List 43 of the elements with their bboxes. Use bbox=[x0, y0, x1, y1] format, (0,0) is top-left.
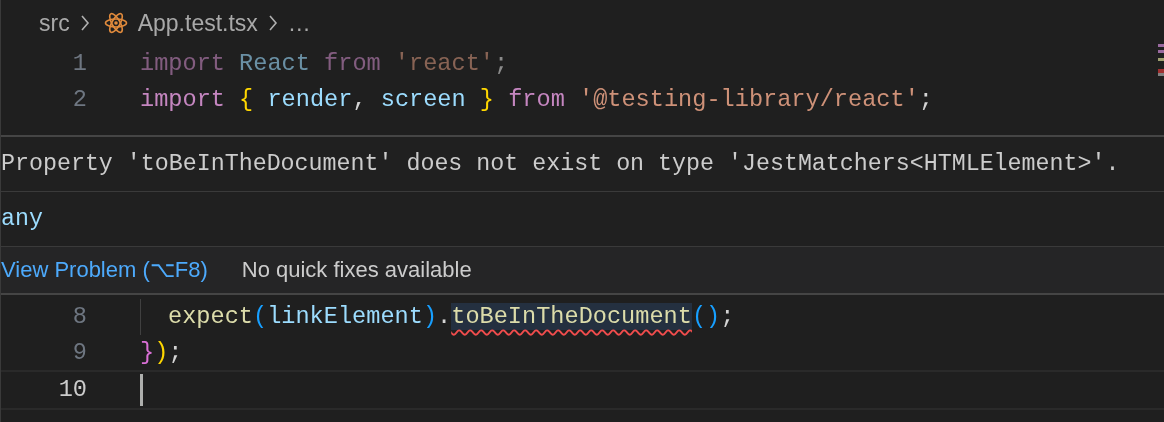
text-cursor bbox=[140, 373, 143, 406]
punctuation: ; bbox=[720, 303, 735, 331]
punctuation: ( bbox=[691, 303, 707, 331]
identifier: render bbox=[266, 85, 353, 113]
identifier: screen bbox=[379, 85, 466, 113]
breadcrumb-item[interactable]: src bbox=[39, 9, 70, 37]
status-text: No quick fixes available bbox=[241, 257, 472, 283]
keyword: from bbox=[507, 85, 565, 113]
chevron-icon bbox=[79, 15, 90, 31]
identifier: React bbox=[238, 50, 310, 78]
line-number: 8 bbox=[71, 303, 87, 331]
view-problem-link[interactable]: View Problem (⌥F8) bbox=[1, 257, 208, 283]
punctuation: ) bbox=[154, 338, 169, 366]
line-number: 9 bbox=[71, 338, 87, 366]
line-number: 1 bbox=[71, 50, 87, 78]
punctuation: } bbox=[478, 85, 495, 113]
punctuation: , bbox=[352, 85, 367, 113]
punctuation: ; bbox=[494, 50, 509, 78]
punctuation: } bbox=[140, 338, 155, 366]
keyword: import bbox=[140, 85, 225, 113]
string-literal: 'react' bbox=[393, 50, 494, 78]
chevron-icon bbox=[267, 15, 278, 31]
line-number: 10 bbox=[57, 376, 87, 404]
error-message: Property 'toBeInTheDocument' does not exist on type 'JestMatchers<HTMLElement>'. bbox=[1, 151, 1120, 177]
punctuation: ) bbox=[422, 303, 438, 331]
line-number: 2 bbox=[71, 85, 87, 113]
breadcrumb-item[interactable]: App.test.tsx bbox=[137, 9, 258, 37]
identifier: linkElement bbox=[267, 303, 423, 331]
punctuation: ) bbox=[706, 303, 721, 331]
function-name: toBeInTheDocument bbox=[451, 303, 692, 331]
atom-icon bbox=[103, 11, 128, 35]
type-signature: any bbox=[1, 206, 43, 232]
function-name: expect bbox=[168, 303, 253, 331]
punctuation: { bbox=[238, 85, 254, 113]
punctuation: ; bbox=[168, 338, 183, 366]
breadcrumb-item[interactable]: … bbox=[287, 9, 311, 37]
keyword: from bbox=[323, 50, 381, 78]
keyword: import bbox=[140, 50, 225, 78]
punctuation: ; bbox=[918, 85, 933, 113]
punctuation: . bbox=[437, 303, 452, 331]
string-literal: '@testing-library/react' bbox=[578, 85, 919, 113]
punctuation: ( bbox=[252, 303, 268, 331]
overview-ruler bbox=[1158, 44, 1164, 76]
